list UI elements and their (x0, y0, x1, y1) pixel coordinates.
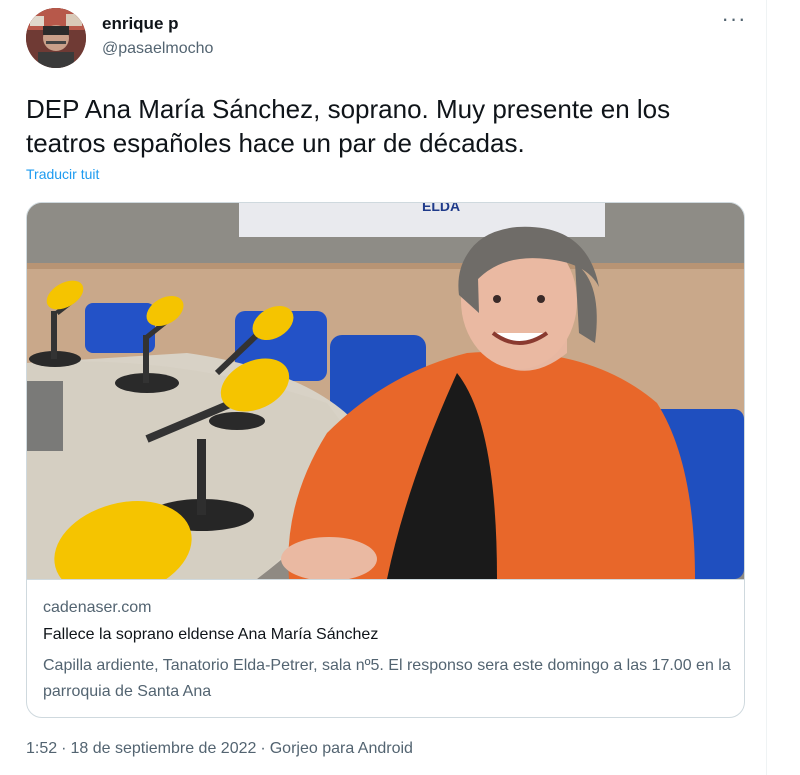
translate-tweet-link[interactable]: Traducir tuit (26, 166, 99, 182)
tweet-time[interactable]: 1:52 (26, 740, 57, 757)
radio-studio-photo: ELDA (27, 203, 744, 579)
tweet-text: DEP Ana María Sánchez, soprano. Muy pres… (26, 94, 671, 158)
meta-separator: · (61, 740, 67, 757)
meta-separator: · (260, 740, 266, 757)
card-description: Capilla ardiente, Tanatorio Elda-Petrer,… (43, 657, 731, 700)
card-image[interactable]: ELDA (27, 203, 744, 579)
more-options-icon[interactable]: ··· (720, 8, 748, 38)
author-handle[interactable]: @pasaelmocho (102, 40, 213, 58)
link-card[interactable]: ELDA cadenaser.com Fallece la soprano el… (26, 202, 745, 718)
column-border (766, 0, 767, 775)
tweet-metadata: 1:52 · 18 de septiembre de 2022 · Gorjeo par… (26, 740, 413, 758)
avatar-image (26, 8, 86, 68)
author-name[interactable]: enrique p (102, 14, 179, 34)
card-domain: cadenaser.com (43, 599, 152, 616)
card-divider (27, 579, 744, 580)
avatar[interactable] (26, 8, 86, 68)
tweet-date[interactable]: 18 de septiembre de 2022 (70, 740, 256, 757)
wall-sign-text: ELDA (422, 203, 460, 214)
tweet-source[interactable]: Gorjeo para Android (270, 740, 413, 757)
tweet: enrique p @pasaelmocho ··· DEP Ana María… (0, 0, 766, 775)
card-title: Fallece la soprano eldense Ana María Sán… (43, 626, 379, 643)
